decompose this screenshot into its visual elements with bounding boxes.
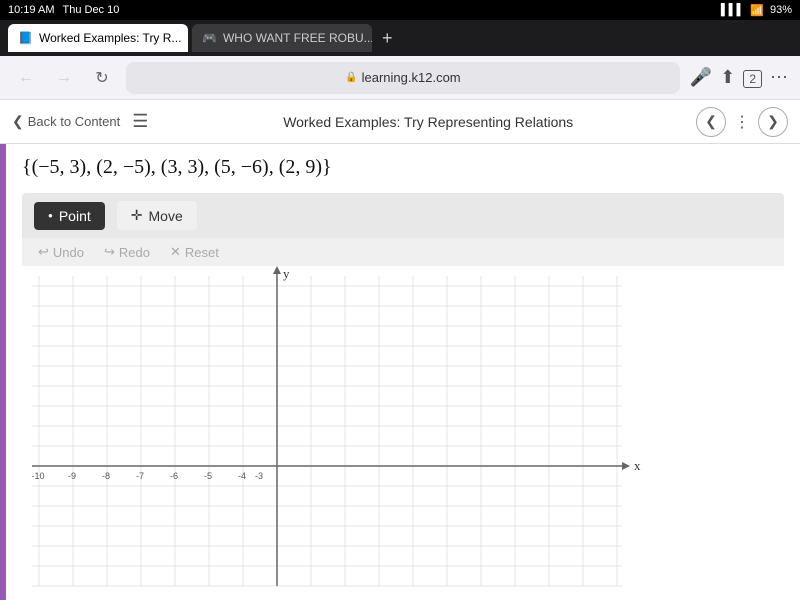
status-bar: 10:19 AM Thu Dec 10 ▌▌▌ 📶 93% [0,0,800,20]
tabs-count-icon[interactable]: 2 [743,67,762,88]
redo-arrow-icon: ↪ [104,244,115,260]
forward-button[interactable]: → [50,64,78,92]
tab-bar: 📘 Worked Examples: Try R... ✕ 🎮 WHO WANT… [0,20,800,56]
back-chevron-icon: ❮ [12,113,24,130]
undo-button[interactable]: ↩ Undo [38,244,84,260]
point-tool-button[interactable]: ● Point [34,202,105,230]
tab-worked-examples[interactable]: 📘 Worked Examples: Try R... ✕ [8,24,188,52]
reload-button[interactable]: ↻ [88,64,116,92]
tab-robux[interactable]: 🎮 WHO WANT FREE ROBU... ✕ [192,24,372,52]
url-text: learning.k12.com [362,70,461,85]
time: 10:19 AM [8,4,54,16]
math-expression: {(−5, 3), (2, −5), (3, 3), (5, −6), (2, … [22,156,784,179]
point-dot-icon: ● [48,211,53,220]
main-content: {(−5, 3), (2, −5), (3, 3), (5, −6), (2, … [0,144,800,600]
tab1-close-icon[interactable]: ✕ [187,33,188,44]
undo-arrow-icon: ↩ [38,244,49,260]
lock-icon: 🔒 [345,72,357,83]
back-label: Back to Content [28,114,121,129]
battery: 93% [770,4,792,16]
point-label: Point [59,208,91,224]
tool-bar: ● Point ✛ Move [22,193,784,238]
svg-text:-5: -5 [204,471,212,481]
page-title: Worked Examples: Try Representing Relati… [160,114,696,130]
date: Thu Dec 10 [62,4,119,16]
graph-area[interactable]: /* handled below */ [22,266,784,600]
x-axis-label: x [634,458,641,473]
move-icon: ✛ [131,207,143,224]
tab1-label: Worked Examples: Try R... [39,31,181,45]
svg-text:-7: -7 [136,471,144,481]
svg-text:-6: -6 [170,471,178,481]
hamburger-menu-icon[interactable]: ☰ [132,111,148,132]
tab1-favicon: 📘 [18,31,33,45]
svg-text:-3: -3 [255,471,263,481]
graph-container: ● Point ✛ Move ↩ Undo ↪ Redo [22,193,784,600]
svg-text:-4: -4 [238,471,246,481]
content-nav: ❮ Back to Content ☰ Worked Examples: Try… [0,100,800,144]
undo-label: Undo [53,245,84,260]
svg-text:-10: -10 [31,471,44,481]
new-tab-button[interactable]: + [376,28,399,49]
redo-label: Redo [119,245,150,260]
back-to-content-button[interactable]: ❮ Back to Content [12,113,120,130]
share-icon[interactable]: ⬆ [720,67,735,88]
next-page-button[interactable]: ❯ [758,107,788,137]
vertical-dots-icon[interactable]: ⋮ [734,107,750,137]
move-label: Move [149,208,183,224]
back-button[interactable]: ← [12,64,40,92]
microphone-icon[interactable]: 🎤 [690,67,712,88]
coordinate-graph[interactable]: /* handled below */ [22,266,782,596]
move-tool-button[interactable]: ✛ Move [117,201,197,230]
y-axis-label: y [283,266,290,281]
svg-text:-8: -8 [102,471,110,481]
signal-icon: ▌▌▌ [721,4,744,16]
action-bar: ↩ Undo ↪ Redo ✕ Reset [22,238,784,266]
reset-button[interactable]: ✕ Reset [170,244,219,260]
redo-button[interactable]: ↪ Redo [104,244,150,260]
wifi-icon: 📶 [750,4,764,17]
reset-label: Reset [185,245,219,260]
prev-page-button[interactable]: ❮ [696,107,726,137]
content-area: {(−5, 3), (2, −5), (3, 3), (5, −6), (2, … [6,144,800,600]
svg-text:-9: -9 [68,471,76,481]
more-options-icon[interactable]: ⋯ [770,67,788,88]
tab2-favicon: 🎮 [202,31,217,45]
address-bar: ← → ↻ 🔒 learning.k12.com 🎤 ⬆ 2 ⋯ [0,56,800,100]
tab2-label: WHO WANT FREE ROBU... [223,31,372,45]
url-bar[interactable]: 🔒 learning.k12.com [126,62,680,94]
reset-x-icon: ✕ [170,244,181,260]
